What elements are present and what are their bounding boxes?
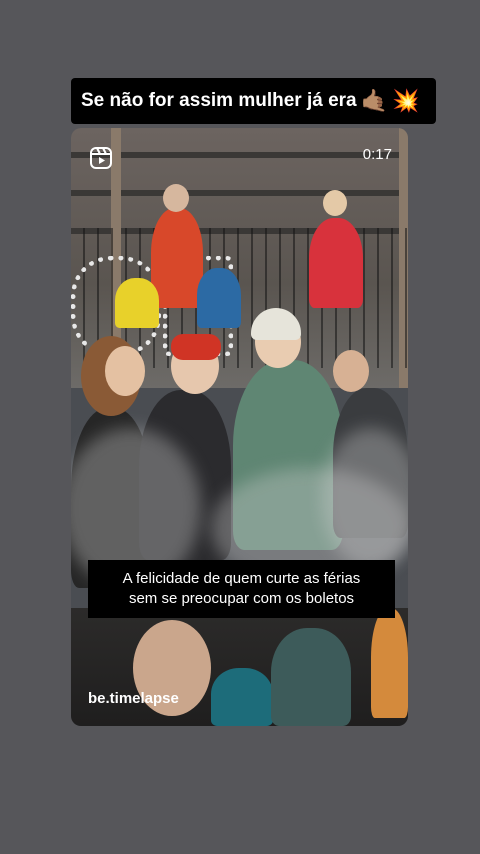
stand-rail [71, 190, 408, 196]
man-right-head [333, 350, 369, 392]
spectator [115, 278, 159, 328]
caption-text: Se não for assim mulher já era [81, 90, 357, 111]
spectator [197, 268, 241, 328]
author-handle[interactable]: be.timelapse [88, 690, 179, 707]
ski-goggles [171, 334, 221, 360]
spectator-head [323, 190, 347, 216]
spectator [211, 668, 273, 726]
video-duration: 0:17 [362, 146, 392, 163]
subtitle-line: A felicidade de quem curte as férias [122, 570, 361, 587]
spectator [371, 608, 408, 718]
reels-icon [90, 147, 112, 169]
collision-emoji: 💥 [392, 88, 420, 113]
spectator [309, 218, 363, 308]
reel-preview[interactable]: 0:17 A felicidade de quem curte as féria… [71, 128, 408, 726]
video-subtitle: A felicidade de quem curte as férias sem… [88, 560, 395, 618]
subtitle-line: sem se preocupar com os boletos [128, 590, 355, 607]
call-me-hand-emoji: 🤙🏽 [360, 88, 389, 113]
spectator-head [163, 184, 189, 212]
spectator [271, 628, 351, 726]
spectator [151, 208, 203, 308]
stand-rail [71, 152, 408, 158]
woman-left-face [105, 346, 145, 396]
story-caption: Se não for assim mulher já era 🤙🏽 💥 [71, 78, 436, 124]
